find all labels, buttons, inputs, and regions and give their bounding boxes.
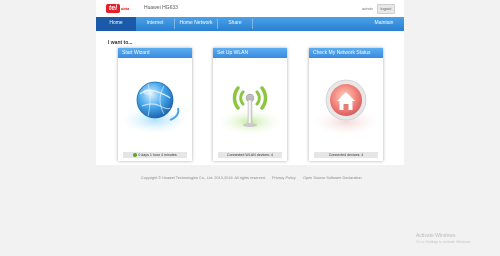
card-start-wizard[interactable]: Start Wizard 0 days 1 hour 4 minutes [118,48,192,161]
home-icon [314,79,378,135]
logout-button[interactable]: logout [377,4,395,14]
privacy-policy-link[interactable]: Privacy Policy [272,176,296,180]
nav-share[interactable]: Share [218,17,252,31]
activate-windows-watermark: Activate Windows [416,233,456,239]
nav-maintain[interactable]: Maintain [364,17,404,31]
main-nav: Home Internet Home Network Share Maintai… [96,17,404,31]
open-source-link[interactable]: Open Source Software Declaration [303,176,362,180]
status-text: 0 days 1 hour 4 minutes [138,153,177,157]
wlan-devices-status: Connected WLAN devices: 4 [218,152,282,158]
brand-logo[interactable]: tel data [106,3,129,13]
connected-devices-status: Connected devices: 4 [314,152,378,158]
nav-home-network[interactable]: Home Network [175,17,217,31]
activate-windows-hint: Go to Settings to activate Windows. [416,240,472,244]
username: admin [362,6,373,11]
card-title: Start Wizard [118,48,192,58]
card-title: Set Up WLAN [213,48,287,58]
nav-internet[interactable]: Internet [136,17,174,31]
status-dot [133,153,138,157]
logo-mark: tel [106,3,120,13]
logo-sub: data [121,5,130,11]
card-title: Check My Network Status [309,48,383,58]
header: tel data Huawei HG633 admin logout [96,0,404,17]
nav-home[interactable]: Home [96,17,136,31]
wifi-antenna-icon [218,86,282,135]
card-set-up-wlan[interactable]: Set Up WLAN Connected WLAN devices: 4 [213,48,287,161]
card-check-network-status[interactable]: Check My Network Status Connected device… [309,48,383,161]
globe-icon [121,81,189,134]
wizard-uptime-status: 0 days 1 hour 4 minutes [123,152,187,158]
copyright-text: Copyright © Huawei Technologies Co., Ltd… [141,176,266,180]
nav-divider [252,19,253,29]
page-heading: I want to... [108,40,133,46]
device-model: Huawei HG633 [144,5,178,11]
main-content: I want to... Start Wizard 0 days 1 hour … [96,31,404,165]
